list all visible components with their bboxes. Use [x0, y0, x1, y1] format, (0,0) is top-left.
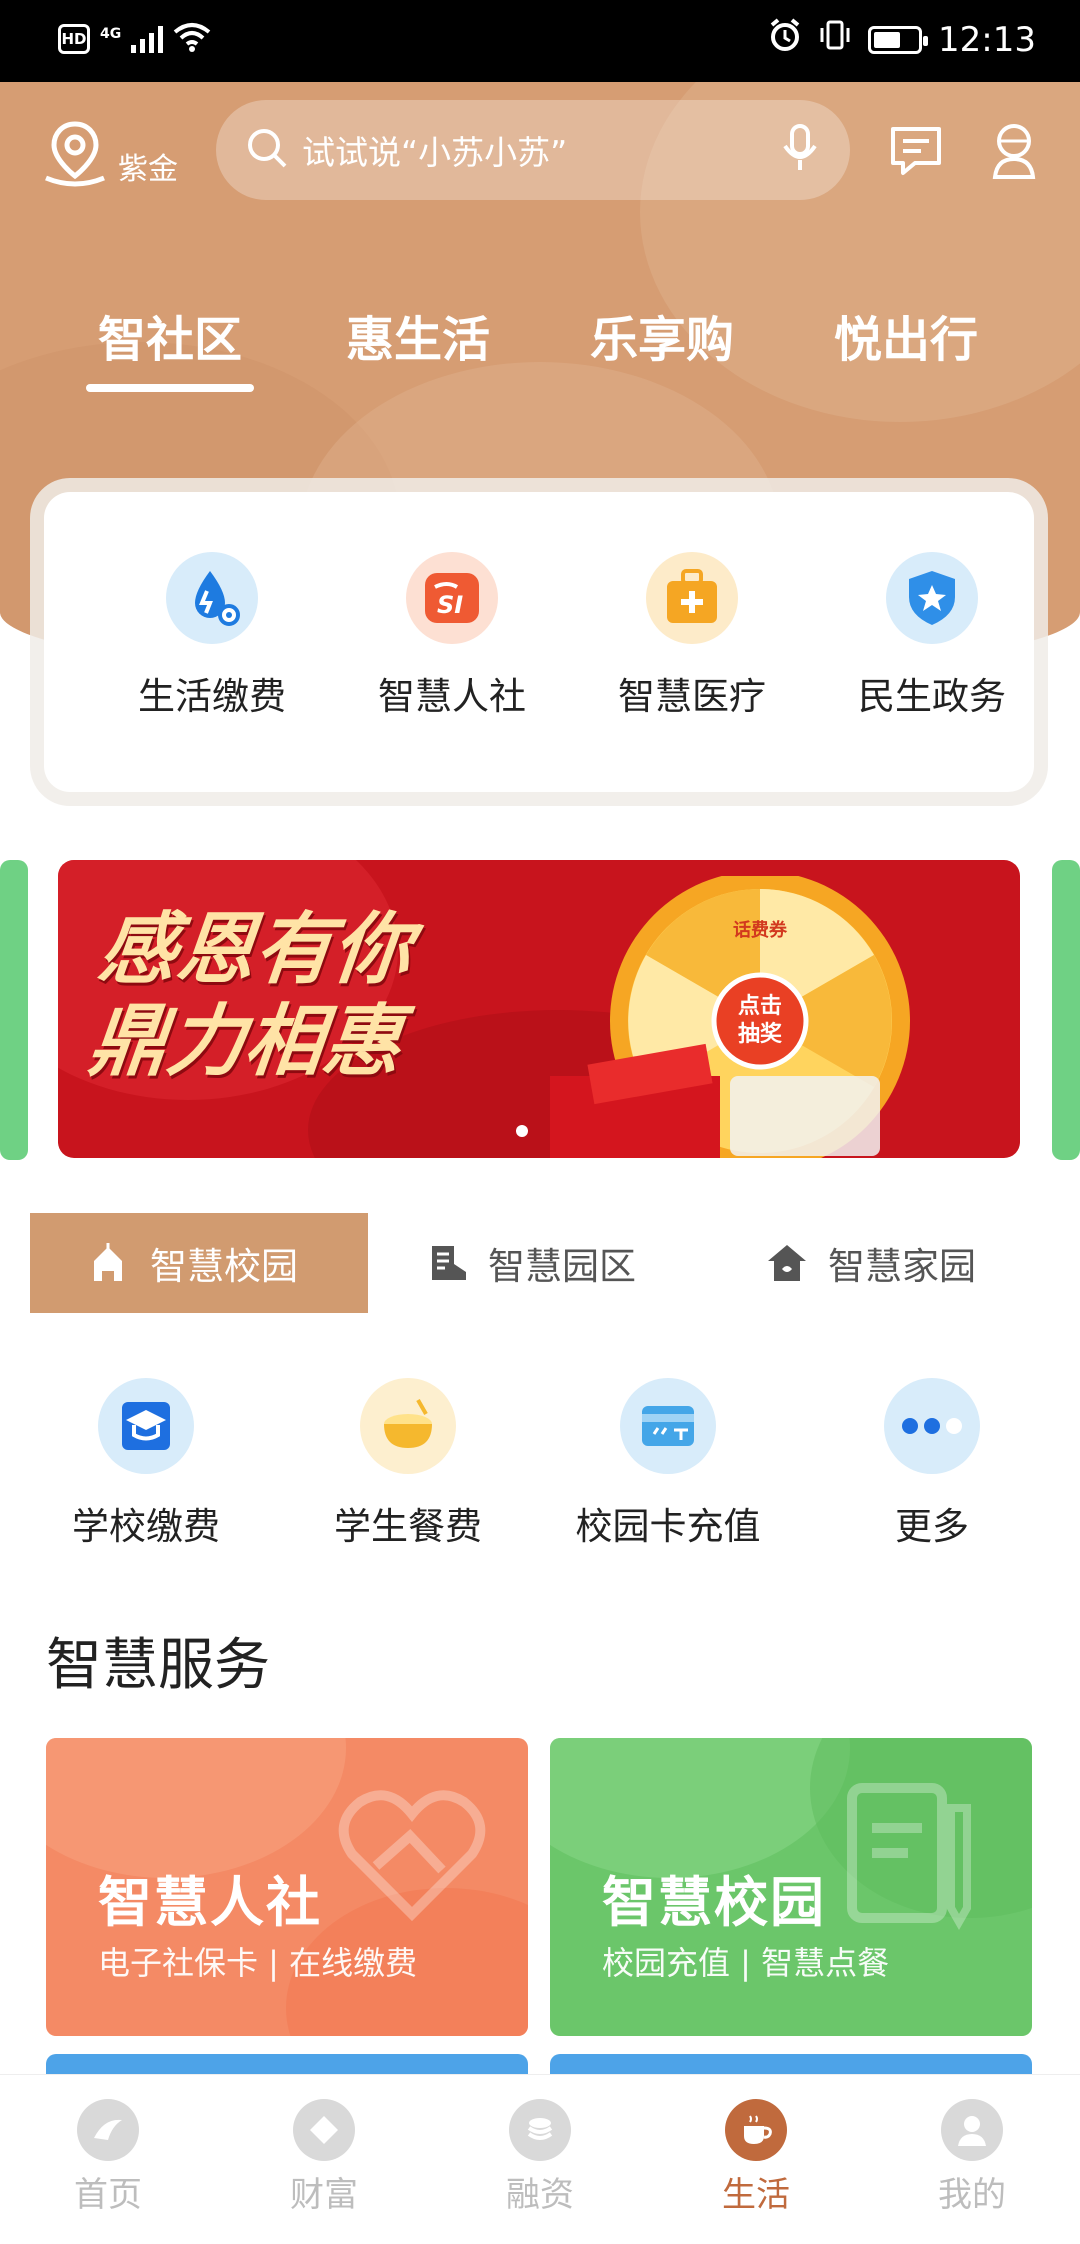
segment-tabs: 智慧校园 智慧园区 智慧家园	[30, 1213, 1050, 1313]
quick-item-gov-affairs[interactable]: 民生政务	[822, 552, 1042, 720]
quick-item-label: 智慧人社	[378, 675, 526, 718]
status-bar: HD 4G 12:13	[0, 0, 1080, 82]
segment-smart-home[interactable]: 智慧家园	[766, 1213, 1050, 1313]
rice-bowl-icon	[360, 1378, 456, 1474]
campus-icon	[86, 1243, 130, 1283]
coffee-cup-icon	[725, 2099, 787, 2161]
network-type: 4G	[100, 26, 122, 42]
service-card-smart-hr[interactable]: 智慧人社 电子社保卡 | 在线缴费	[46, 1738, 528, 2036]
card-icon	[620, 1378, 716, 1474]
service-card-subtitle: 校园充值 | 智慧点餐	[602, 1944, 890, 1982]
service-card-smart-campus[interactable]: 智慧校园 校园充值 | 智慧点餐	[550, 1738, 1032, 2036]
bottom-navigation: 首页 财富 融资 生活 我的	[0, 2074, 1080, 2244]
quick-item-label: 智慧医疗	[618, 675, 766, 718]
home-logo-icon	[77, 2099, 139, 2161]
carousel-indicator	[516, 1125, 528, 1137]
banner-prev-peek[interactable]	[0, 860, 28, 1160]
wifi-icon	[173, 22, 211, 56]
signal-icon	[131, 25, 164, 53]
hd-badge: HD	[58, 24, 90, 54]
park-building-icon	[428, 1242, 468, 1284]
quick-services-card: 生活缴费 SI 智慧人社 智慧医疗 民生政务	[44, 492, 1034, 792]
search-input[interactable]: 试试说“小苏小苏”	[302, 126, 780, 174]
service-card-title: 智慧校园	[602, 1871, 826, 1934]
category-tabs: 智社区 惠生活 乐享购 悦出行	[0, 300, 1080, 392]
svg-text:话费券: 话费券	[733, 919, 788, 941]
svg-text:点击: 点击	[738, 993, 782, 1019]
message-icon	[887, 121, 945, 183]
campus-item-school-fee[interactable]: 学校缴费	[26, 1378, 266, 1550]
vibrate-icon	[818, 18, 852, 61]
quick-item-utility-payment[interactable]: 生活缴费	[102, 552, 322, 720]
segment-smart-campus[interactable]: 智慧校园	[30, 1213, 368, 1313]
medical-kit-icon	[646, 552, 738, 644]
tab-smart-community[interactable]: 智社区	[85, 300, 255, 392]
nav-life[interactable]: 生活	[648, 2099, 864, 2216]
banner-title: 感恩有你 鼎力相惠	[84, 904, 416, 1087]
quick-item-smart-medical[interactable]: 智慧医疗	[582, 552, 802, 720]
nav-wealth[interactable]: 财富	[216, 2099, 432, 2216]
search-bar[interactable]: 试试说“小苏小苏”	[216, 100, 850, 200]
campus-item-label: 学校缴费	[72, 1505, 220, 1548]
service-card-subtitle: 电子社保卡 | 在线缴费	[98, 1944, 418, 1982]
lucky-wheel-icon: 点击 抽奖 话费券	[550, 876, 910, 1158]
microphone-icon[interactable]	[780, 122, 820, 178]
section-title: 智慧服务	[46, 1633, 270, 1698]
location-pin-icon	[40, 118, 110, 192]
graduation-cap-icon	[98, 1378, 194, 1474]
nav-home[interactable]: 首页	[0, 2099, 216, 2216]
shield-star-icon	[886, 552, 978, 644]
tab-enjoy-shopping[interactable]: 乐享购	[590, 300, 734, 370]
agent-icon	[989, 119, 1039, 185]
campus-item-meal-fee[interactable]: 学生餐费	[288, 1378, 528, 1550]
battery-icon	[868, 25, 929, 54]
more-dots-icon	[884, 1378, 980, 1474]
service-card-title: 智慧人社	[98, 1871, 322, 1934]
tab-travel[interactable]: 悦出行	[834, 300, 978, 370]
message-button[interactable]	[886, 122, 946, 182]
segment-smart-park[interactable]: 智慧园区	[428, 1213, 728, 1313]
svg-text:SI: SI	[437, 591, 463, 619]
campus-item-label: 学生餐费	[334, 1505, 482, 1548]
coins-icon	[509, 2099, 571, 2161]
water-drop-gear-icon	[166, 552, 258, 644]
nav-financing[interactable]: 融资	[432, 2099, 648, 2216]
user-icon	[941, 2099, 1003, 2161]
quick-item-label: 民生政务	[858, 675, 1006, 718]
wealth-icon	[293, 2099, 355, 2161]
campus-item-label: 更多	[895, 1505, 969, 1548]
clock-time: 12:13	[938, 19, 1036, 60]
quick-item-label: 生活缴费	[138, 675, 286, 718]
alarm-icon	[768, 18, 802, 61]
svg-text:抽奖: 抽奖	[738, 1021, 783, 1047]
tab-benefit-life[interactable]: 惠生活	[346, 300, 490, 370]
campus-item-card-topup[interactable]: 校园卡充值	[548, 1378, 788, 1550]
location-label: 紫金	[118, 152, 178, 187]
book-pen-icon	[847, 1783, 971, 1931]
promo-banner[interactable]: 感恩有你 鼎力相惠 点击 抽奖 话费券	[58, 860, 1020, 1158]
campus-item-more[interactable]: 更多	[812, 1378, 1052, 1550]
campus-item-label: 校园卡充值	[575, 1505, 761, 1548]
si-logo-icon: SI	[406, 552, 498, 644]
nav-mine[interactable]: 我的	[864, 2099, 1080, 2216]
handshake-heart-icon	[338, 1790, 486, 1922]
home-icon	[766, 1243, 808, 1283]
banner-next-peek[interactable]	[1052, 860, 1080, 1160]
service-agent-button[interactable]	[984, 122, 1044, 182]
location-selector[interactable]: 紫金	[40, 118, 178, 192]
search-icon	[244, 125, 290, 175]
quick-item-smart-social-security[interactable]: SI 智慧人社	[342, 552, 562, 720]
